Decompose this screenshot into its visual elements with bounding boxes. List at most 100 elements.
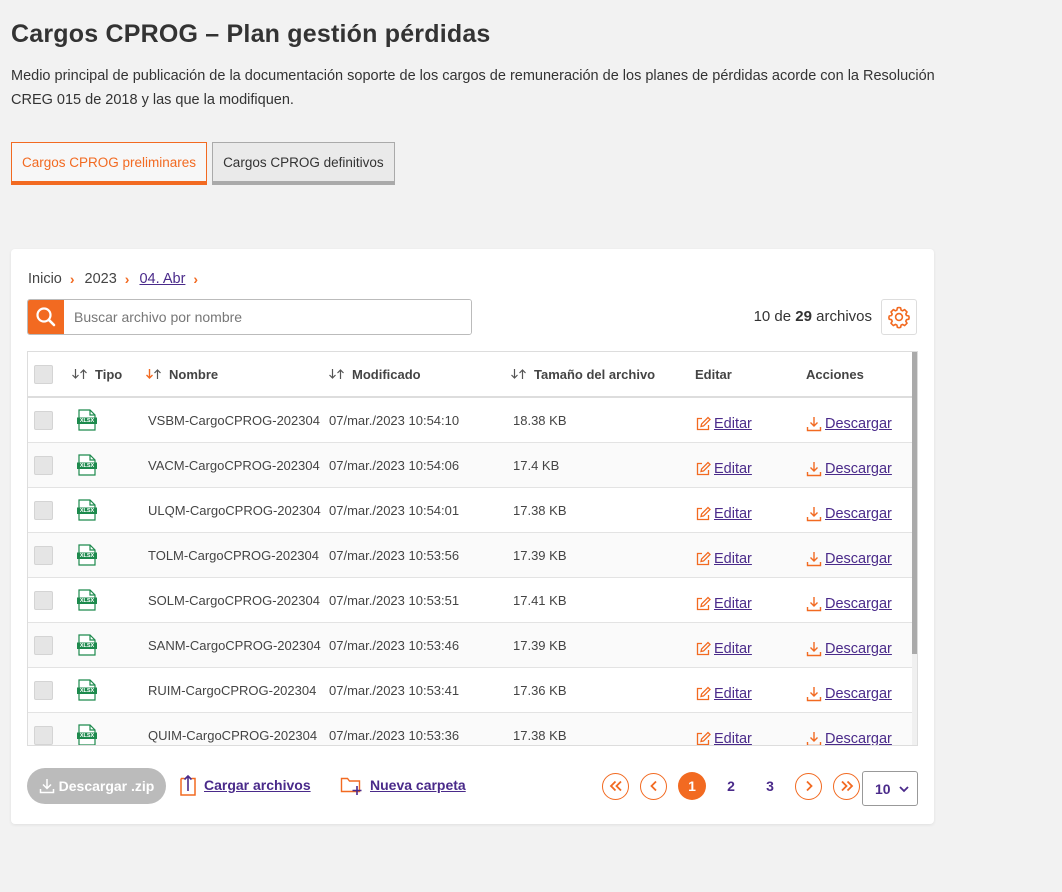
- header-tamano[interactable]: Tamaño del archivo: [511, 367, 695, 382]
- header-tipo[interactable]: Tipo: [68, 367, 146, 382]
- sort-icon[interactable]: [511, 369, 526, 379]
- header-tamano-label: Tamaño del archivo: [534, 366, 656, 382]
- edit-link[interactable]: Editar: [695, 596, 752, 612]
- sort-icon[interactable]: [329, 369, 344, 379]
- edit-link[interactable]: Editar: [695, 461, 752, 477]
- file-size: 18.38 KB: [513, 412, 567, 428]
- download-icon: [39, 779, 54, 794]
- search-input[interactable]: [64, 300, 471, 334]
- tab-cprog-definitivos[interactable]: Cargos CPROG definitivos: [212, 142, 395, 185]
- settings-button[interactable]: [881, 299, 917, 335]
- breadcrumb-item-month[interactable]: 04. Abr: [139, 271, 185, 287]
- file-type-label: XLSX: [79, 418, 95, 424]
- first-page-button[interactable]: [602, 772, 629, 800]
- edit-icon: [695, 686, 711, 702]
- file-count: 10 de 29 archivos: [754, 308, 872, 325]
- table-row[interactable]: XLSX VSBM-CargoCPROG-202304 07/mar./2023 1…: [28, 398, 917, 443]
- edit-label: Editar: [714, 416, 752, 432]
- download-link[interactable]: Descargar: [806, 731, 892, 745]
- select-all-checkbox[interactable]: [34, 364, 53, 384]
- download-link[interactable]: Descargar: [806, 641, 892, 657]
- page-button-1[interactable]: 1: [678, 772, 706, 800]
- page-button-3[interactable]: 3: [756, 772, 784, 800]
- row-checkbox[interactable]: [34, 635, 53, 655]
- row-checkbox[interactable]: [34, 455, 53, 475]
- file-name[interactable]: QUIM-CargoCPROG-202304: [146, 728, 329, 743]
- download-link[interactable]: Descargar: [806, 416, 892, 432]
- edit-icon: [695, 416, 711, 432]
- download-link[interactable]: Descargar: [806, 686, 892, 702]
- scrollbar-thumb[interactable]: [912, 352, 917, 654]
- last-page-button[interactable]: [833, 772, 860, 800]
- edit-link[interactable]: Editar: [695, 551, 752, 567]
- download-link[interactable]: Descargar: [806, 596, 892, 612]
- download-icon: [806, 686, 822, 702]
- edit-link[interactable]: Editar: [695, 506, 752, 522]
- file-name[interactable]: SANM-CargoCPROG-202304: [146, 638, 329, 653]
- row-checkbox[interactable]: [34, 410, 53, 430]
- upload-icon: [180, 774, 196, 796]
- download-zip-button[interactable]: Descargar .zip: [27, 768, 166, 804]
- table-row[interactable]: XLSX SOLM-CargoCPROG-202304 07/mar./2023 1…: [28, 578, 917, 623]
- sort-icon[interactable]: [72, 369, 87, 379]
- file-count-of: de: [774, 308, 792, 325]
- upload-files-button[interactable]: Cargar archivos: [178, 774, 311, 796]
- edit-icon: [695, 596, 711, 612]
- edit-label: Editar: [714, 506, 752, 522]
- next-page-button[interactable]: [795, 772, 822, 800]
- edit-link[interactable]: Editar: [695, 641, 752, 657]
- xlsx-file-icon: XLSX: [76, 544, 98, 566]
- table-row[interactable]: XLSX QUIM-CargoCPROG-202304 07/mar./2023 1…: [28, 713, 917, 745]
- tab-cprog-preliminares[interactable]: Cargos CPROG preliminares: [11, 142, 208, 185]
- header-modificado[interactable]: Modificado: [329, 367, 511, 382]
- row-checkbox[interactable]: [34, 590, 53, 610]
- xlsx-file-icon: XLSX: [76, 454, 98, 476]
- file-type-label: XLSX: [79, 508, 95, 514]
- file-size: 17.38 KB: [513, 727, 567, 743]
- table-row[interactable]: XLSX RUIM-CargoCPROG-202304 07/mar./2023 1…: [28, 668, 917, 713]
- edit-icon: [695, 551, 711, 567]
- page-header: Cargos CPROG – Plan gestión pérdidas Med…: [11, 20, 971, 108]
- download-icon: [806, 506, 822, 522]
- table-row[interactable]: XLSX VACM-CargoCPROG-202304 07/mar./2023 1…: [28, 443, 917, 488]
- search-box: [27, 299, 472, 335]
- table-row[interactable]: XLSX TOLM-CargoCPROG-202304 07/mar./2023 1…: [28, 533, 917, 578]
- breadcrumb-item-inicio[interactable]: Inicio: [28, 271, 62, 287]
- per-page-select[interactable]: 10: [862, 771, 918, 806]
- file-name[interactable]: VACM-CargoCPROG-202304: [146, 458, 329, 473]
- new-folder-button[interactable]: Nueva carpeta: [340, 774, 466, 796]
- row-checkbox[interactable]: [34, 725, 53, 745]
- table-row[interactable]: XLSX ULQM-CargoCPROG-202304 07/mar./2023 1…: [28, 488, 917, 533]
- file-name[interactable]: ULQM-CargoCPROG-202304: [146, 503, 329, 518]
- search-button[interactable]: [28, 300, 64, 334]
- edit-link[interactable]: Editar: [695, 731, 752, 745]
- sort-icon[interactable]: [146, 369, 161, 379]
- file-name[interactable]: SOLM-CargoCPROG-202304: [146, 593, 329, 608]
- new-folder-label: Nueva carpeta: [370, 777, 466, 793]
- file-name[interactable]: RUIM-CargoCPROG-202304: [146, 683, 329, 698]
- table-scrollbar[interactable]: [912, 352, 917, 745]
- prev-page-button[interactable]: [640, 772, 667, 800]
- file-manager-card: Inicio › 2023 › 04. Abr › 10 de 29 archi…: [11, 249, 934, 824]
- header-nombre[interactable]: Nombre: [146, 367, 329, 382]
- file-type-label: XLSX: [79, 733, 95, 739]
- download-link[interactable]: Descargar: [806, 461, 892, 477]
- edit-link[interactable]: Editar: [695, 686, 752, 702]
- download-label: Descargar: [825, 551, 892, 567]
- page-button-2[interactable]: 2: [717, 772, 745, 800]
- row-checkbox[interactable]: [34, 500, 53, 520]
- row-checkbox[interactable]: [34, 680, 53, 700]
- download-link[interactable]: Descargar: [806, 506, 892, 522]
- xlsx-file-icon: XLSX: [76, 724, 98, 745]
- chevron-right-icon: [805, 780, 813, 792]
- file-name[interactable]: VSBM-CargoCPROG-202304: [146, 413, 329, 428]
- file-name[interactable]: TOLM-CargoCPROG-202304: [146, 548, 329, 563]
- file-type-label: XLSX: [79, 463, 95, 469]
- edit-link[interactable]: Editar: [695, 416, 752, 432]
- breadcrumb-item-year[interactable]: 2023: [85, 271, 117, 287]
- table-row[interactable]: XLSX SANM-CargoCPROG-202304 07/mar./2023 1…: [28, 623, 917, 668]
- download-link[interactable]: Descargar: [806, 551, 892, 567]
- file-size: 17.39 KB: [513, 637, 567, 653]
- row-checkbox[interactable]: [34, 545, 53, 565]
- download-icon: [806, 416, 822, 432]
